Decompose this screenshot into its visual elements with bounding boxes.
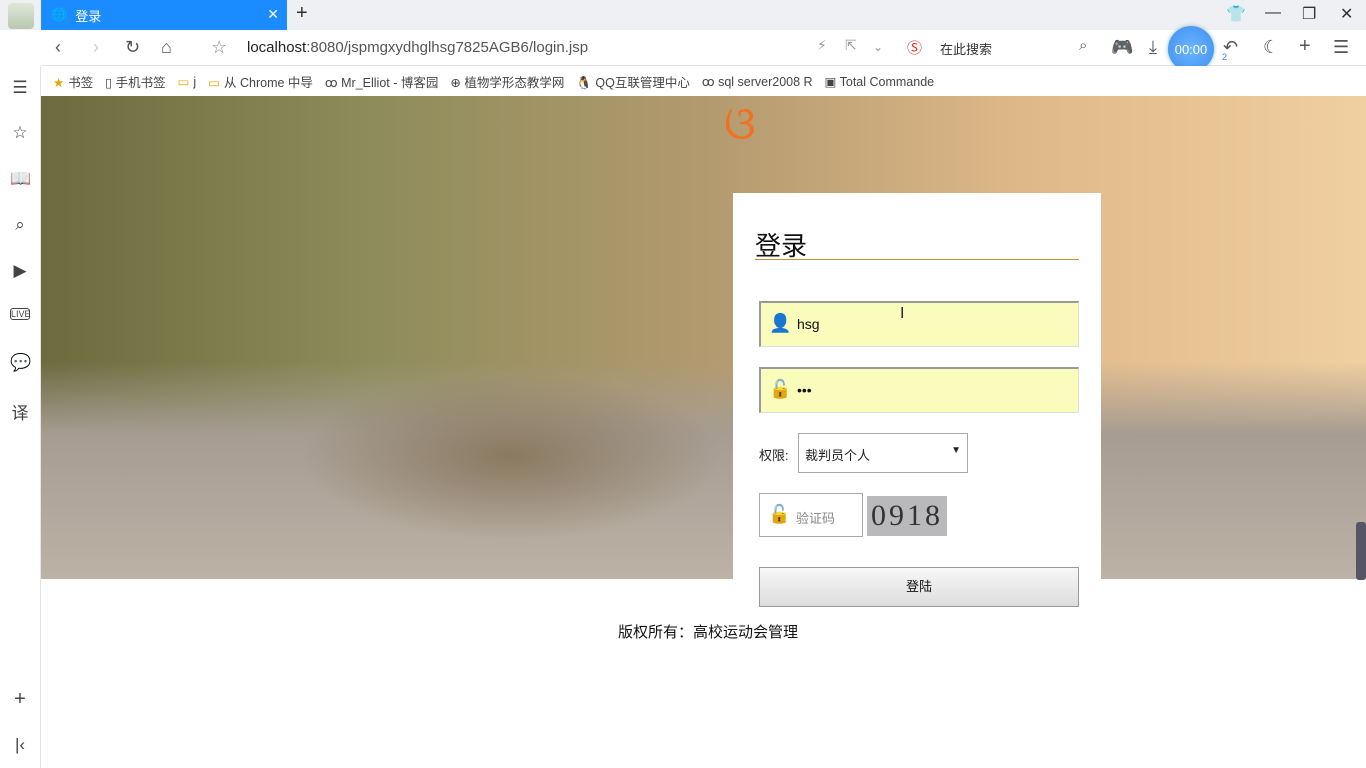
new-tab-button[interactable]: + — [296, 2, 308, 25]
folder-icon: ▭ — [177, 74, 190, 89]
bookmark-item[interactable]: ⊕ 植物学形态教学网 — [450, 72, 564, 91]
butterfly-logo: ଓ — [724, 97, 756, 149]
user-icon: 👤 — [769, 313, 792, 333]
role-select[interactable]: 裁判员个人 ▼ — [798, 433, 968, 473]
favorites-icon[interactable]: ☆ — [10, 123, 30, 143]
bookmark-folder[interactable]: ▭ 从 Chrome 中导 — [208, 72, 313, 91]
search-icon[interactable]: ⌕ — [1079, 37, 1087, 54]
close-tab-icon[interactable]: ✕ — [267, 6, 279, 23]
tab-title: 登录 — [75, 8, 102, 24]
login-title: 登录 — [755, 231, 808, 261]
text-cursor-icon: I — [900, 305, 905, 322]
login-button[interactable]: 登陆 — [759, 567, 1079, 607]
address-bar: ‹ › ↻ ⌂ ☆ localhost:8080/jspmgxydhglhsg7… — [41, 26, 1366, 72]
lightning-icon[interactable]: ⚡ — [817, 37, 827, 54]
translate-icon[interactable]: 译 — [10, 399, 30, 424]
captcha-input[interactable]: 🔓 验证码 — [759, 493, 863, 537]
role-label: 权限: — [759, 448, 789, 463]
add-icon[interactable]: + — [1299, 35, 1311, 58]
chevron-down-icon[interactable]: ⌄ — [873, 40, 883, 54]
skin-icon[interactable]: 👕 — [1226, 4, 1246, 24]
url-input[interactable]: localhost:8080/jspmgxydhglhsg7825AGB6/lo… — [247, 39, 588, 56]
star-icon: ★ — [53, 75, 65, 90]
background-image — [41, 96, 1366, 579]
tab-bar: 🌐 登录 ✕ + 👕 — ❐ ✕ — [0, 0, 1366, 30]
minimize-button[interactable]: — — [1265, 4, 1281, 22]
bookmark-star-icon[interactable]: ☆ — [211, 37, 227, 58]
forward-icon[interactable]: › — [93, 37, 99, 58]
captcha-image[interactable]: 0918 — [867, 496, 947, 536]
lock-icon: 🔓 — [769, 379, 792, 399]
copyright-footer: 版权所有：高校运动会管理 — [617, 624, 798, 641]
tab-login[interactable]: 🌐 登录 ✕ — [41, 0, 287, 30]
sidebar: ☰ ☆ 📖 ⌕ ▶ LIVE 💬 译 + |‹ — [0, 66, 41, 768]
menu-icon[interactable]: ☰ — [1333, 37, 1349, 58]
browser-logo — [8, 3, 34, 29]
video-icon[interactable]: ▶ — [10, 261, 30, 281]
bookmark-item[interactable]: ꝏ sql server2008 R — [702, 74, 813, 89]
collapse-sidebar-icon[interactable]: |‹ — [10, 735, 30, 755]
side-widget[interactable] — [1356, 522, 1366, 580]
bookmark-item[interactable]: 🐧 QQ互联管理中心 — [576, 72, 690, 91]
bookmark-item[interactable]: ▯ 手机书签 — [105, 72, 165, 91]
username-input[interactable]: 👤 hsg — [759, 301, 1079, 347]
download-icon[interactable]: ⤓ — [1149, 37, 1157, 58]
add-icon[interactable]: + — [10, 688, 30, 711]
close-window-button[interactable]: ✕ — [1340, 4, 1353, 24]
book-icon[interactable]: 📖 — [10, 169, 31, 189]
bookmark-item[interactable]: ꝏ Mr_Elliot - 博客园 — [325, 72, 438, 91]
bookmark-item[interactable]: ★ 书签 — [53, 72, 93, 91]
bookmark-item[interactable]: ▣ Total Commande — [825, 74, 935, 89]
bookmarks-bar: ★ 书签 ▯ 手机书签 ▭ j ▭ 从 Chrome 中导 ꝏ Mr_Elliot -… — [41, 66, 1366, 96]
live-icon[interactable]: LIVE — [10, 308, 31, 320]
title-divider — [755, 259, 1079, 260]
news-icon[interactable]: ☰ — [10, 78, 30, 98]
share-icon[interactable]: ⇱ — [845, 37, 857, 54]
back-icon[interactable]: ‹ — [55, 37, 61, 58]
night-mode-icon[interactable]: ☾ — [1263, 37, 1279, 58]
lock-icon: 🔓 — [768, 504, 791, 524]
reload-icon[interactable]: ↻ — [125, 37, 140, 58]
sogou-icon[interactable]: Ⓢ — [907, 37, 922, 58]
search-icon[interactable]: ⌕ — [10, 215, 30, 235]
folder-icon: ▭ — [208, 75, 221, 90]
restore-button[interactable]: ❐ — [1302, 4, 1316, 24]
search-input[interactable]: 在此搜索 — [940, 39, 992, 58]
undo-count: 2 — [1222, 52, 1228, 62]
globe-icon: 🌐 — [51, 7, 68, 22]
chat-icon[interactable]: 💬 — [10, 353, 31, 373]
password-input[interactable]: 🔓 ••• — [759, 367, 1079, 413]
dropdown-arrow-icon: ▼ — [951, 445, 961, 456]
game-icon[interactable]: 🎮 — [1111, 37, 1133, 58]
bookmark-folder[interactable]: ▭ j — [178, 74, 197, 89]
home-icon[interactable]: ⌂ — [161, 37, 172, 58]
